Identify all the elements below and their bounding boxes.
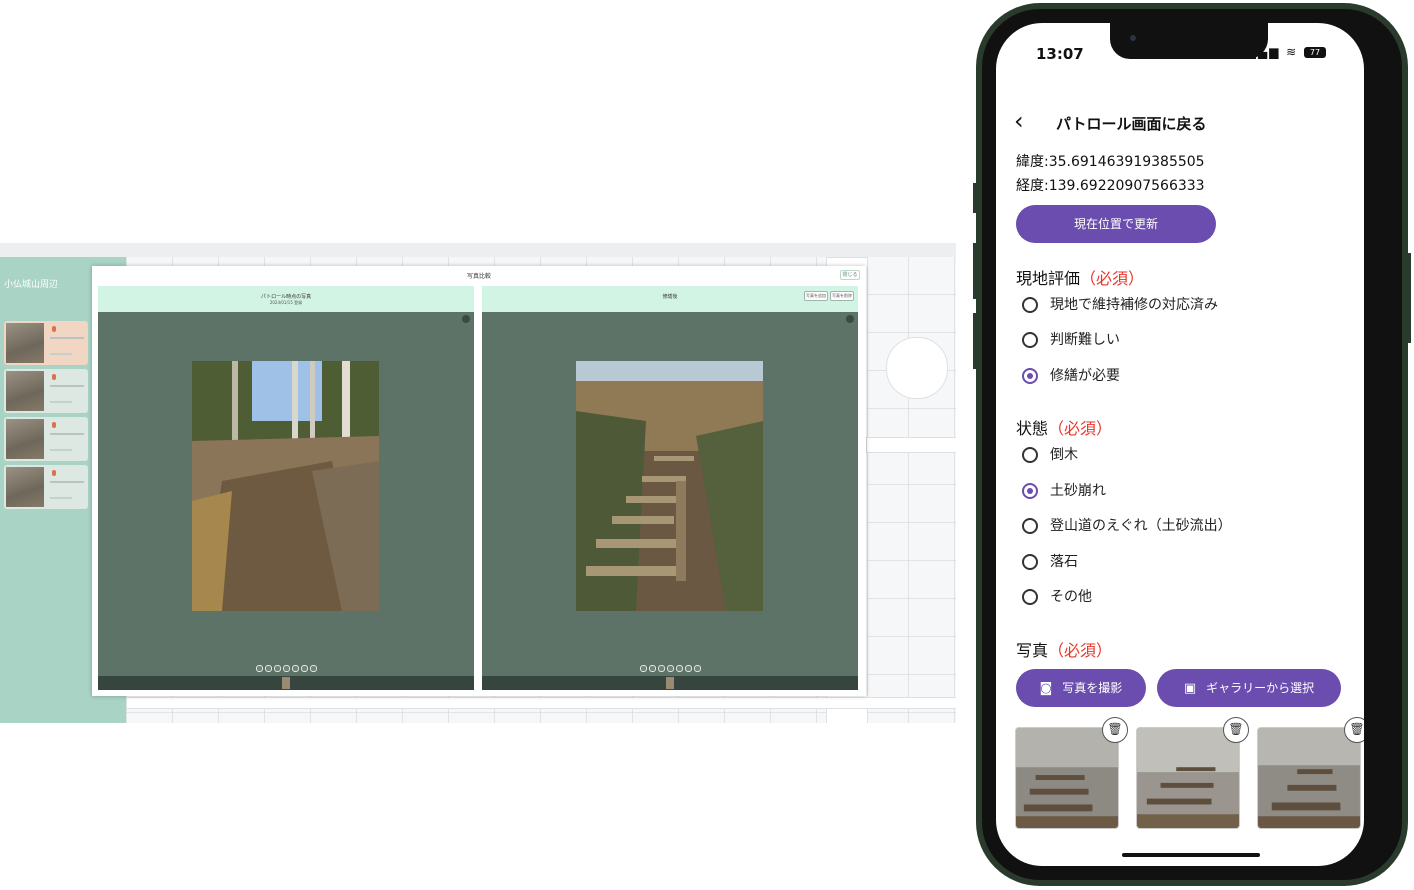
radio-label: 現地で維持補修の対応済み (1050, 297, 1218, 313)
radio-label: 落石 (1050, 554, 1078, 570)
signal-wifi-icon: ▂▄▆ ≋ (1246, 45, 1299, 59)
modal-title: 写真比較 (466, 273, 491, 280)
modal-close-button[interactable]: 閉じる (840, 270, 860, 280)
radio-label: 判断難しい (1050, 332, 1120, 348)
phone-frame: 13:07 ▂▄▆ ≋ 77 ‹ パトロール画面に戻る 緯度:35.691463… (973, 3, 1411, 886)
radio-label: その他 (1050, 589, 1092, 605)
panel-title: パトロール時点の写真 (260, 294, 312, 300)
required-label: （必須） (1048, 419, 1113, 438)
photo-thumbnail[interactable] (1257, 727, 1361, 829)
radio-label: 倒木 (1050, 447, 1078, 463)
trail-steps-photo (576, 361, 763, 611)
gallery-label: ギャラリーから選択 (1206, 681, 1315, 695)
radio-button[interactable] (1022, 589, 1038, 605)
radio-button[interactable] (1022, 447, 1038, 463)
photo-thumbnail[interactable] (1136, 727, 1240, 829)
photo-compare-modal: 写真比較 閉じる パトロール時点の写真 2024/01/15 登録 修繕後 写真… (92, 266, 866, 696)
nav-title[interactable]: パトロール画面に戻る (1056, 113, 1206, 134)
after-photo-panel: 修繕後 写真を追加 写真を削除 (482, 286, 858, 690)
photo-thumbnail[interactable] (1015, 727, 1119, 829)
thumbnail-strip[interactable] (482, 676, 858, 690)
back-arrow-icon[interactable]: ‹ (1014, 109, 1024, 133)
report-card[interactable] (4, 465, 88, 509)
radio-button[interactable] (1022, 332, 1038, 348)
trash-icon[interactable]: 🗑 (1344, 717, 1364, 743)
panel-header: パトロール時点の写真 2024/01/15 登録 (98, 286, 474, 312)
section-condition: 状態（必須） (1016, 415, 1112, 439)
add-photo-button[interactable]: 写真を追加 (804, 291, 828, 301)
section-photo: 写真（必須） (1016, 637, 1112, 661)
battery-icon: 77 (1304, 47, 1326, 58)
section-title: 現地評価 (1016, 269, 1081, 288)
camera-icon: ◙ (1039, 681, 1053, 696)
carousel-dots[interactable] (482, 665, 858, 672)
power-button (1407, 253, 1411, 343)
trash-icon[interactable]: 🗑 (1223, 717, 1249, 743)
expand-icon[interactable] (846, 315, 854, 323)
section-title: 写真 (1016, 641, 1049, 660)
radio-label: 登山道のえぐれ（土砂流出） (1050, 518, 1232, 534)
trash-icon[interactable]: 🗑 (1102, 717, 1128, 743)
radio-button-checked[interactable] (1022, 483, 1038, 499)
sidebar-title: 小仏城山周辺 (4, 280, 59, 290)
trail-erosion-photo (192, 361, 379, 611)
longitude-text: 経度:139.69220907566333 (1016, 178, 1205, 194)
status-icons: ▂▄▆ ≋ 77 (1247, 45, 1326, 59)
desktop-top-bar (0, 243, 956, 258)
silent-switch (973, 183, 977, 213)
panel-subtitle: 2024/01/15 登録 (269, 300, 303, 305)
report-card[interactable] (4, 369, 88, 413)
expand-icon[interactable] (462, 315, 470, 323)
radio-button[interactable] (1022, 297, 1038, 313)
report-card[interactable] (4, 417, 88, 461)
image-icon: ▣ (1183, 681, 1197, 696)
radio-button[interactable] (1022, 518, 1038, 534)
notch (1110, 23, 1268, 59)
latitude-text: 緯度:35.691463919385505 (1016, 154, 1205, 170)
volume-up-button (973, 243, 977, 299)
panel-header: 修繕後 写真を追加 写真を削除 (482, 286, 858, 312)
desktop-app-screenshot: 小仏城山周辺 写真比較 閉じる パトロール時点の写真 2024/01/15 登録 (0, 243, 956, 723)
home-indicator[interactable] (1122, 853, 1260, 857)
section-title: 状態 (1016, 419, 1049, 438)
before-photo-panel: パトロール時点の写真 2024/01/15 登録 (98, 286, 474, 690)
panel-title: 修繕後 (662, 294, 678, 300)
radio-label: 土砂崩れ (1050, 483, 1106, 499)
radio-label: 修繕が必要 (1050, 368, 1120, 384)
report-card[interactable] (4, 321, 88, 365)
radio-button[interactable] (1022, 554, 1038, 570)
radio-button-checked[interactable] (1022, 368, 1038, 384)
required-label: （必須） (1048, 641, 1113, 660)
status-time: 13:07 (1036, 45, 1084, 63)
carousel-dots[interactable] (98, 665, 474, 672)
volume-down-button (973, 313, 977, 369)
take-photo-button[interactable]: ◙ 写真を撮影 (1016, 669, 1146, 707)
phone-screen: 13:07 ▂▄▆ ≋ 77 ‹ パトロール画面に戻る 緯度:35.691463… (996, 23, 1364, 866)
required-label: （必須） (1080, 269, 1145, 288)
gallery-button[interactable]: ▣ ギャラリーから選択 (1157, 669, 1341, 707)
delete-photo-button[interactable]: 写真を削除 (830, 291, 854, 301)
section-evaluation: 現地評価（必須） (1016, 265, 1144, 289)
take-photo-label: 写真を撮影 (1062, 681, 1123, 695)
update-location-button[interactable]: 現在位置で更新 (1016, 205, 1216, 243)
thumbnail-strip[interactable] (98, 676, 474, 690)
